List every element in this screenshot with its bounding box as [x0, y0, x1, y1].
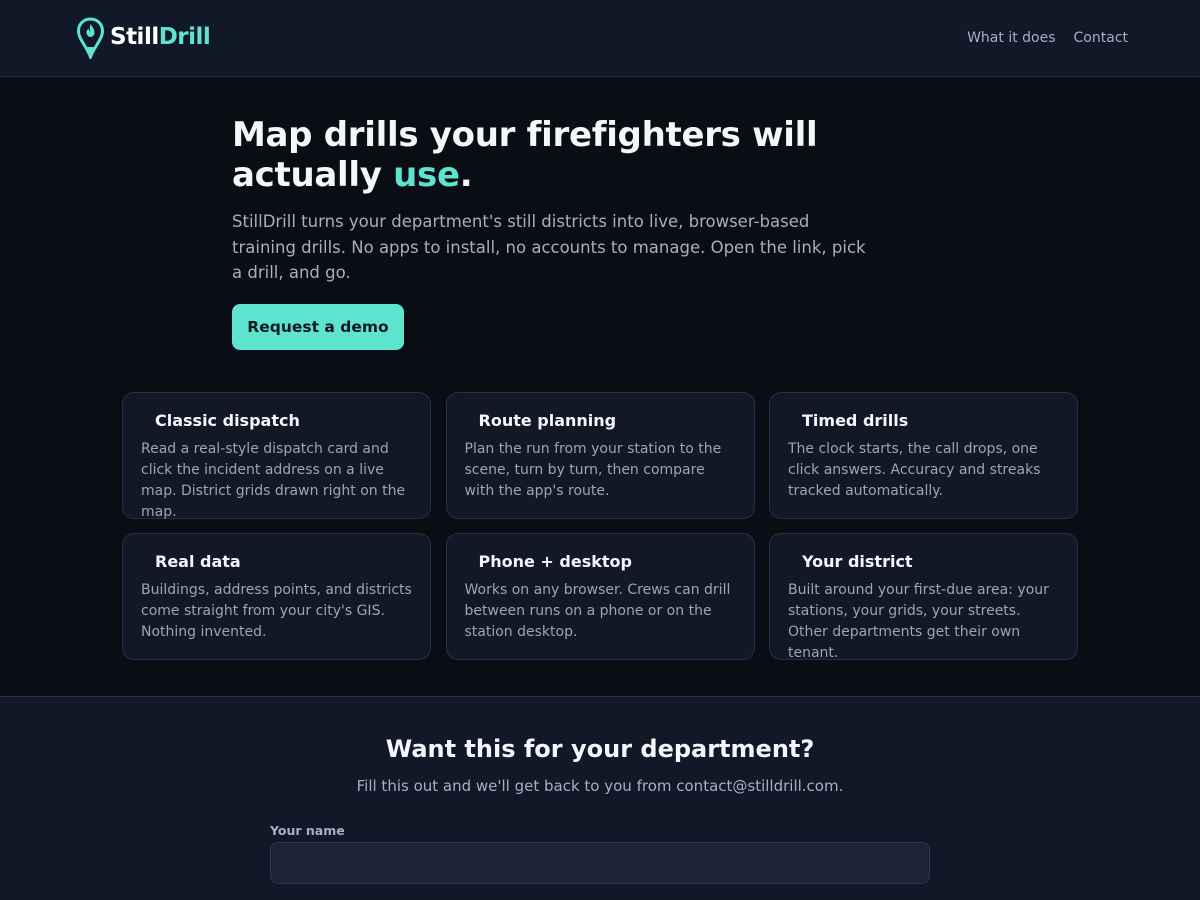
name-label: Your name [270, 823, 345, 838]
feature-card-route-planning: Route planning Plan the run from your st… [445, 392, 755, 519]
top-nav: What it does Contact [967, 30, 1128, 46]
contact-section: Want this for your department? Fill this… [0, 696, 1200, 900]
nav-link-what-it-does[interactable]: What it does [967, 30, 1055, 46]
feature-title: Real data [155, 552, 241, 571]
name-input[interactable] [270, 842, 930, 884]
logo[interactable]: StillDrill [77, 17, 211, 59]
hero-title-accent: use [393, 155, 460, 195]
feature-title: Route planning [478, 411, 617, 430]
feature-card-your-district: Your district Built around your first-du… [769, 533, 1078, 661]
feature-title: Your district [802, 552, 913, 571]
feature-text: Plan the run from your station to the sc… [464, 441, 722, 499]
hero-title: Map drills your firefighters will actual… [232, 115, 818, 195]
nav-link-contact[interactable]: Contact [1074, 30, 1128, 46]
site-header: StillDrill What it does Contact [0, 0, 1200, 77]
feature-title: Classic dispatch [155, 411, 300, 430]
feature-text: Works on any browser. Crews can drill be… [464, 582, 731, 640]
logo-text: StillDrill [110, 24, 211, 50]
feature-card-classic-dispatch: Classic dispatch Read a real-style dispa… [122, 392, 431, 520]
feature-card-phone-desktop: Phone + desktop Works on any browser. Cr… [445, 533, 755, 660]
feature-text: Built around your first-due area: your s… [788, 582, 1049, 661]
map-pin-flame-icon [77, 17, 104, 59]
feature-text: Buildings, address points, and districts… [141, 582, 412, 640]
feature-card-timed-drills: Timed drills The clock starts, the call … [769, 392, 1078, 519]
hero-section: Map drills your firefighters will actual… [232, 115, 932, 286]
feature-text: The clock starts, the call drops, one cl… [788, 441, 1041, 499]
feature-card-real-data: Real data Buildings, address points, and… [122, 533, 431, 660]
contact-subtext: Fill this out and we'll get back to you … [356, 777, 844, 795]
feature-grid: Classic dispatch Read a real-style dispa… [122, 392, 1078, 661]
contact-heading: Want this for your department? [385, 735, 815, 763]
hero-description: StillDrill turns your department's still… [232, 212, 866, 282]
feature-title: Timed drills [802, 411, 909, 430]
feature-title: Phone + desktop [478, 552, 632, 571]
request-demo-button[interactable]: Request a demo [232, 304, 404, 350]
feature-text: Read a real-style dispatch card and clic… [141, 441, 406, 520]
